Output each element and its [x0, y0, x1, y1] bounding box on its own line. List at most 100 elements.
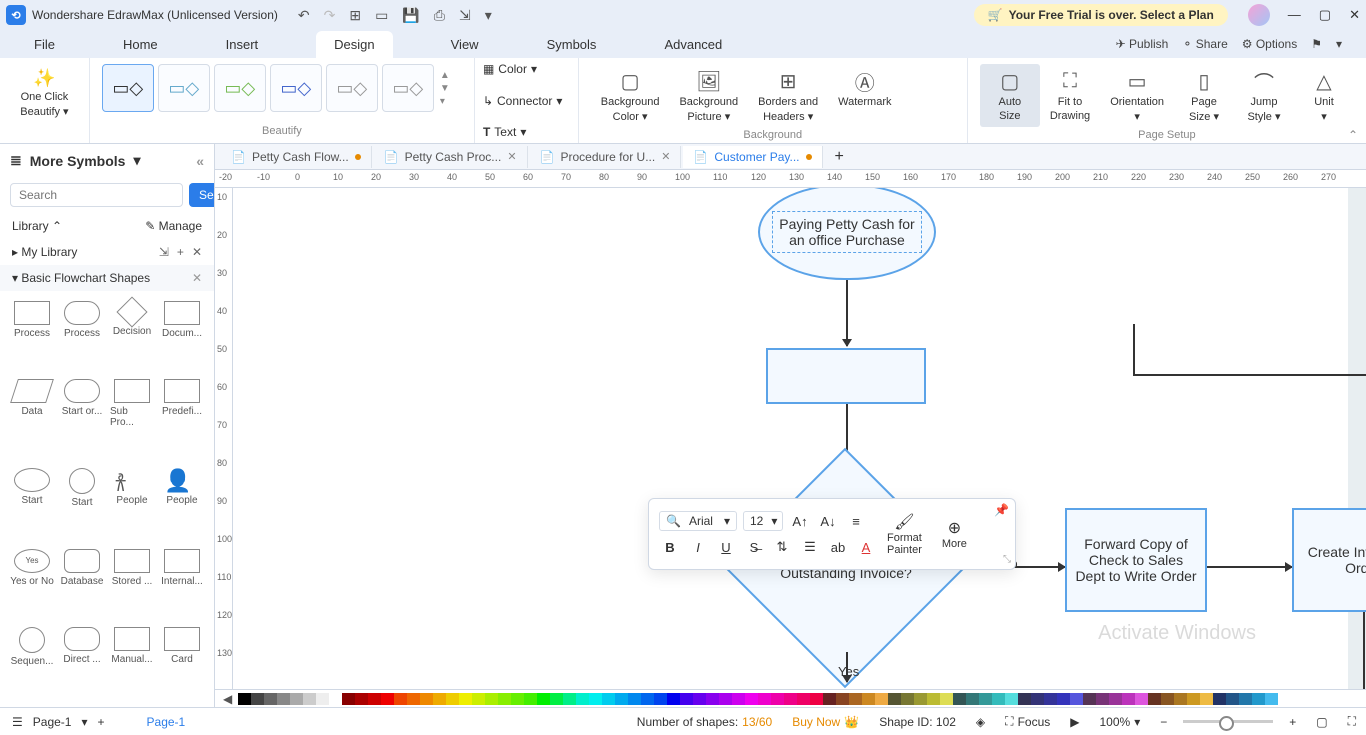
- connector-line-3[interactable]: [1363, 612, 1365, 689]
- color-swatch[interactable]: [745, 693, 758, 705]
- zoom-level[interactable]: 100% ▾: [1089, 715, 1150, 729]
- my-library-label[interactable]: ▸ My Library: [12, 245, 77, 259]
- color-swatch[interactable]: [576, 693, 589, 705]
- more-symbols-label[interactable]: More Symbols: [30, 153, 126, 169]
- color-swatch[interactable]: [1018, 693, 1031, 705]
- shape-stored[interactable]: Stored ...: [108, 545, 156, 621]
- background-picture[interactable]: 🖼BackgroundPicture ▾: [669, 64, 748, 127]
- menu-insert[interactable]: Insert: [216, 33, 269, 56]
- color-swatch[interactable]: [641, 693, 654, 705]
- watermark-button[interactable]: ⒶWatermark: [828, 64, 901, 127]
- gallery-expand-icon[interactable]: ▾: [440, 96, 450, 107]
- theme-1[interactable]: ▭◇: [102, 64, 154, 112]
- doc-tab-2[interactable]: 📄 Petty Cash Proc...✕: [374, 146, 528, 168]
- auto-size[interactable]: ▢AutoSize: [980, 64, 1040, 127]
- color-swatch[interactable]: [446, 693, 459, 705]
- color-swatch[interactable]: [1005, 693, 1018, 705]
- theme-3[interactable]: ▭◇: [214, 64, 266, 112]
- fit-page-icon[interactable]: ▢: [1306, 715, 1337, 729]
- color-swatch[interactable]: [537, 693, 550, 705]
- color-swatch[interactable]: [420, 693, 433, 705]
- color-swatch[interactable]: [1187, 693, 1200, 705]
- color-swatch[interactable]: [1031, 693, 1044, 705]
- color-swatch[interactable]: [680, 693, 693, 705]
- jump-style[interactable]: ⌒JumpStyle ▾: [1234, 64, 1294, 127]
- doc-tab-3[interactable]: 📄 Procedure for U...✕: [530, 146, 682, 168]
- trial-banner[interactable]: 🛒 Your Free Trial is over. Select a Plan: [974, 4, 1228, 26]
- maximize-button[interactable]: ▢: [1319, 7, 1331, 23]
- color-swatch[interactable]: [1252, 693, 1265, 705]
- layers-icon[interactable]: ◈: [966, 715, 995, 729]
- export-icon[interactable]: ⇲: [459, 7, 471, 24]
- more-icon[interactable]: ▾: [485, 7, 492, 24]
- focus-button[interactable]: ⛶ Focus: [995, 714, 1060, 729]
- color-swatch[interactable]: [706, 693, 719, 705]
- menu-symbols[interactable]: Symbols: [537, 33, 607, 56]
- menu-view[interactable]: View: [441, 33, 489, 56]
- color-swatch[interactable]: [732, 693, 745, 705]
- color-swatch[interactable]: [407, 693, 420, 705]
- color-swatch[interactable]: [849, 693, 862, 705]
- color-swatch[interactable]: [810, 693, 823, 705]
- strike-button[interactable]: S̶: [743, 536, 765, 558]
- text-case-icon[interactable]: ab: [827, 536, 849, 558]
- align-icon[interactable]: ≡: [845, 510, 867, 532]
- color-swatch[interactable]: [602, 693, 615, 705]
- color-swatch[interactable]: [251, 693, 264, 705]
- gallery-down-icon[interactable]: ▼: [440, 83, 450, 94]
- color-swatch[interactable]: [1122, 693, 1135, 705]
- expand-toolbar-icon[interactable]: ⤡: [1003, 554, 1011, 565]
- color-swatch[interactable]: [589, 693, 602, 705]
- doc-tab-4[interactable]: 📄 Customer Pay...: [683, 146, 822, 168]
- connector-line[interactable]: [846, 280, 848, 346]
- background-color[interactable]: ▢BackgroundColor ▾: [591, 64, 670, 127]
- shape-database[interactable]: Database: [58, 545, 106, 621]
- color-swatch[interactable]: [1161, 693, 1174, 705]
- search-button[interactable]: Search: [189, 183, 215, 207]
- lib-export-icon[interactable]: ⇲: [159, 245, 169, 259]
- new-tab-button[interactable]: +: [825, 148, 854, 166]
- collapse-sidebar-icon[interactable]: «: [196, 153, 204, 169]
- color-swatch[interactable]: [940, 693, 953, 705]
- color-swatch[interactable]: [459, 693, 472, 705]
- color-swatch[interactable]: [511, 693, 524, 705]
- publish-button[interactable]: ✈ Publish: [1116, 37, 1169, 51]
- color-swatch[interactable]: [1213, 693, 1226, 705]
- shape-start-or[interactable]: Start or...: [58, 375, 106, 462]
- increase-font-icon[interactable]: A↑: [789, 510, 811, 532]
- process-forward[interactable]: Forward Copy of Check to Sales Dept to W…: [1065, 508, 1207, 612]
- line-spacing-icon[interactable]: ⇅: [771, 536, 793, 558]
- process-shape[interactable]: [766, 348, 926, 404]
- zoom-out-button[interactable]: −: [1150, 715, 1177, 729]
- theme-4[interactable]: ▭◇: [270, 64, 322, 112]
- lib-close-icon[interactable]: ✕: [192, 245, 202, 259]
- color-swatch[interactable]: [836, 693, 849, 705]
- color-swatch[interactable]: [1070, 693, 1083, 705]
- color-swatch[interactable]: [927, 693, 940, 705]
- color-swatch[interactable]: [342, 693, 355, 705]
- redo-icon[interactable]: ↷: [324, 7, 336, 24]
- shape-sequen[interactable]: Sequen...: [8, 623, 56, 701]
- color-swatch[interactable]: [1044, 693, 1057, 705]
- color-swatch[interactable]: [1096, 693, 1109, 705]
- connector-dropdown[interactable]: ↳ Connector ▾: [483, 94, 570, 108]
- color-swatch[interactable]: [316, 693, 329, 705]
- color-swatch[interactable]: [628, 693, 641, 705]
- manage-button[interactable]: ✎ Manage: [145, 219, 202, 233]
- color-swatch[interactable]: [394, 693, 407, 705]
- buy-now-button[interactable]: Buy Now 👑: [782, 715, 869, 729]
- shape-direct[interactable]: Direct ...: [58, 623, 106, 701]
- underline-button[interactable]: U: [715, 536, 737, 558]
- color-swatch[interactable]: [472, 693, 485, 705]
- dropdown-icon[interactable]: ▾: [1336, 37, 1342, 51]
- color-dropdown[interactable]: ▦ Color ▾: [483, 62, 570, 76]
- color-swatch[interactable]: [758, 693, 771, 705]
- orientation[interactable]: ▭Orientation▾: [1100, 64, 1174, 127]
- unit[interactable]: △Unit▾: [1294, 64, 1354, 127]
- shape-start-ellipse[interactable]: Start: [8, 464, 56, 542]
- menu-design[interactable]: Design: [316, 31, 392, 58]
- color-swatch[interactable]: [966, 693, 979, 705]
- palette-left-icon[interactable]: ◀: [223, 692, 232, 706]
- color-swatch[interactable]: [797, 693, 810, 705]
- gallery-up-icon[interactable]: ▲: [440, 70, 450, 81]
